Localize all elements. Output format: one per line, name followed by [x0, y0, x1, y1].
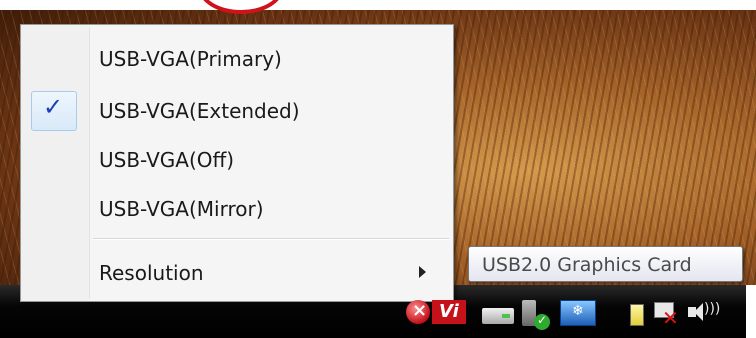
- check-badge-icon: [534, 313, 550, 330]
- menu-item-usb-vga-mirror[interactable]: USB-VGA(Mirror): [21, 185, 453, 231]
- menu-item-label: Resolution: [99, 261, 204, 285]
- volume-icon[interactable]: ))): [686, 300, 720, 326]
- vi-icon[interactable]: [432, 300, 466, 324]
- context-menu: USB-VGA(Primary) ✓ USB-VGA(Extended) USB…: [20, 24, 454, 302]
- menu-item-label: USB-VGA(Extended): [99, 99, 300, 123]
- menu-separator: [93, 238, 449, 240]
- menu-item-usb-vga-primary[interactable]: USB-VGA(Primary): [21, 35, 453, 81]
- removable-drive-icon[interactable]: [482, 308, 514, 324]
- top-margin: [0, 0, 756, 10]
- checkmark-icon: ✓: [43, 93, 64, 121]
- antivirus-shield-icon[interactable]: [406, 300, 430, 324]
- tooltip-text: USB2.0 Graphics Card: [482, 254, 692, 276]
- tray-tooltip: USB2.0 Graphics Card: [468, 246, 743, 282]
- menu-item-label: USB-VGA(Primary): [99, 47, 282, 71]
- menu-item-label: USB-VGA(Mirror): [99, 197, 264, 221]
- menu-item-usb-vga-extended[interactable]: ✓ USB-VGA(Extended): [21, 87, 453, 133]
- menu-item-resolution[interactable]: Resolution: [21, 249, 453, 295]
- menu-item-label: USB-VGA(Off): [99, 148, 235, 172]
- graphics-card-icon[interactable]: [560, 300, 596, 326]
- menu-item-usb-vga-off[interactable]: USB-VGA(Off): [21, 136, 453, 182]
- submenu-arrow-icon: [419, 266, 426, 278]
- power-icon[interactable]: [626, 300, 648, 328]
- right-edge: [746, 285, 756, 338]
- network-icon[interactable]: ✕: [652, 300, 680, 328]
